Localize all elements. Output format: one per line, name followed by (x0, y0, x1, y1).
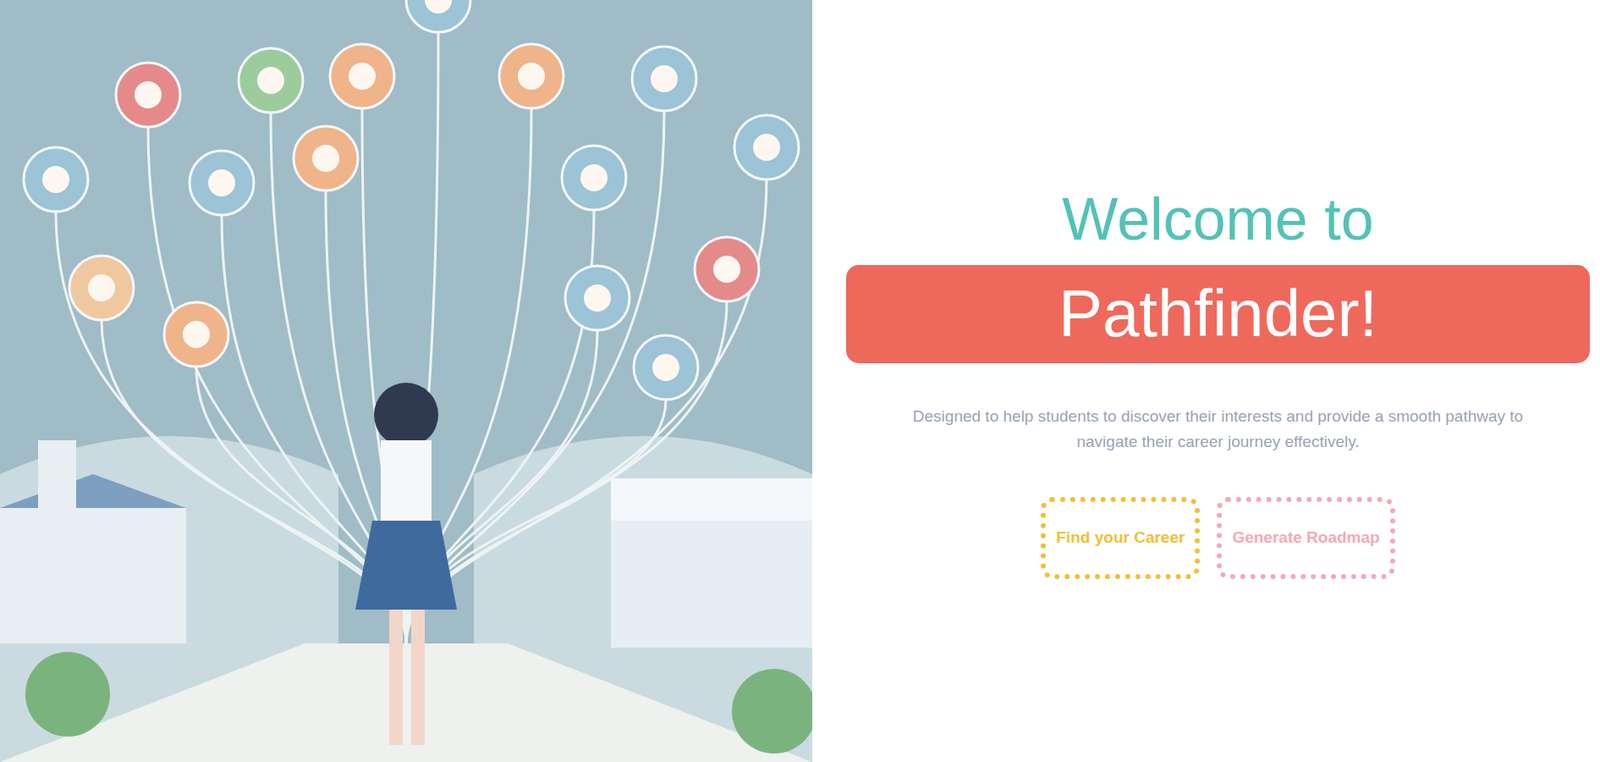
welcome-title: Welcome to (1061, 183, 1374, 255)
description: Designed to help students to discover th… (884, 403, 1553, 455)
action-button[interactable]: Find your Career (1040, 496, 1200, 579)
career-paths-illustration (0, 0, 813, 762)
welcome-panel: Welcome to Pathfinder! Designed to help … (812, 0, 1600, 762)
action-button[interactable]: Generate Roadmap (1216, 496, 1395, 579)
brand-name: Pathfinder! (1058, 277, 1378, 351)
brand-banner: Pathfinder! (846, 264, 1590, 363)
hero-illustration (0, 0, 813, 762)
action-buttons: Find your CareerGenerate Roadmap (1040, 496, 1395, 579)
landing-page: Welcome to Pathfinder! Designed to help … (0, 0, 1600, 762)
